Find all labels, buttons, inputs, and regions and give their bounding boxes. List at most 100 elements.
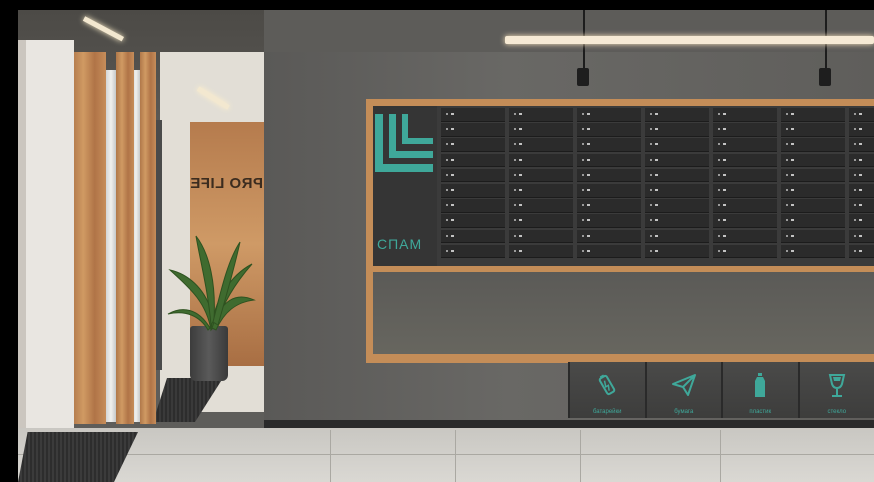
top-border (0, 0, 874, 10)
floor-joint-v2 (455, 430, 456, 482)
mailbox[interactable] (509, 108, 573, 122)
left-wall (18, 40, 74, 445)
wood-slat-2 (140, 52, 156, 424)
mailbox[interactable] (441, 229, 505, 244)
bin-paper[interactable]: бумага (644, 362, 721, 418)
mailbox[interactable] (849, 229, 874, 244)
mailbox[interactable] (509, 168, 573, 183)
mailbox[interactable] (713, 138, 777, 152)
mailbox[interactable] (577, 199, 641, 213)
mailbox[interactable] (577, 168, 641, 183)
paper-plane-icon (671, 374, 696, 396)
floor (18, 428, 874, 482)
mailbox[interactable] (577, 214, 641, 228)
floor-joint-v4 (720, 430, 721, 482)
left-wall-edge (18, 40, 26, 445)
mailbox[interactable] (645, 108, 709, 122)
mailbox[interactable] (509, 138, 573, 152)
mailbox[interactable] (441, 138, 505, 152)
mailbox-grid (441, 108, 874, 264)
mailbox-column (645, 108, 709, 264)
bin-plastic[interactable]: пластик (721, 362, 798, 418)
mailbox[interactable] (781, 229, 845, 244)
bin-label: бумага (674, 409, 694, 415)
mailbox[interactable] (781, 214, 845, 228)
mailbox[interactable] (781, 108, 845, 122)
mailbox[interactable] (577, 108, 641, 122)
mailbox[interactable] (781, 244, 845, 259)
mailbox[interactable] (713, 214, 777, 228)
mailbox[interactable] (645, 199, 709, 213)
mailbox[interactable] (441, 183, 505, 198)
bin-label: батарейки (592, 409, 622, 415)
mailbox[interactable] (849, 199, 874, 213)
pendant-light (505, 36, 874, 44)
mailbox[interactable] (849, 123, 874, 137)
mailbox[interactable] (849, 244, 874, 259)
mailbox[interactable] (645, 214, 709, 228)
mailbox[interactable] (849, 108, 874, 122)
mailbox[interactable] (781, 153, 845, 168)
door-frame (156, 120, 162, 370)
mailbox[interactable] (577, 123, 641, 137)
mailbox[interactable] (713, 123, 777, 137)
floor-joint-v (330, 430, 331, 482)
bin-label: стекло (827, 409, 847, 415)
mailbox[interactable] (441, 168, 505, 183)
mailbox[interactable] (849, 183, 874, 198)
open-shelf (373, 272, 874, 354)
mailbox[interactable] (577, 183, 641, 198)
mailbox[interactable] (509, 199, 573, 213)
glass-partition (106, 70, 116, 422)
battery-icon (599, 374, 616, 396)
mailbox[interactable] (509, 183, 573, 198)
mailbox[interactable] (577, 153, 641, 168)
mailbox[interactable] (781, 168, 845, 183)
mailbox[interactable] (509, 244, 573, 259)
mailbox[interactable] (645, 183, 709, 198)
mailbox[interactable] (781, 138, 845, 152)
mailbox[interactable] (509, 123, 573, 137)
mailbox[interactable] (645, 168, 709, 183)
mailbox[interactable] (441, 214, 505, 228)
mailbox[interactable] (713, 168, 777, 183)
mailbox[interactable] (441, 153, 505, 168)
mailbox-column (441, 108, 505, 264)
mailbox[interactable] (577, 244, 641, 259)
mailbox[interactable] (849, 214, 874, 228)
mailbox[interactable] (577, 138, 641, 152)
mailbox[interactable] (441, 244, 505, 259)
mailbox[interactable] (645, 244, 709, 259)
mailbox[interactable] (781, 199, 845, 213)
mailbox[interactable] (509, 153, 573, 168)
floor-joint (18, 454, 874, 455)
bin-batteries[interactable]: батарейки (568, 362, 645, 418)
mailbox[interactable] (645, 138, 709, 152)
mailbox[interactable] (441, 108, 505, 122)
mailbox[interactable] (645, 153, 709, 168)
mailbox[interactable] (645, 123, 709, 137)
mailbox[interactable] (713, 229, 777, 244)
mailbox[interactable] (645, 229, 709, 244)
wall-sign-text: PRO LIFE (189, 175, 263, 192)
mailbox[interactable] (713, 108, 777, 122)
mailbox[interactable] (781, 123, 845, 137)
mailbox[interactable] (849, 168, 874, 183)
mailbox[interactable] (577, 229, 641, 244)
mailbox[interactable] (509, 214, 573, 228)
bin-glass[interactable]: стекло (797, 362, 874, 418)
lobby-scene: PRO LIFE СПАМ батарейки бумага пластик с… (0, 0, 874, 482)
mailbox[interactable] (849, 153, 874, 168)
mailbox[interactable] (713, 183, 777, 198)
mailbox[interactable] (781, 183, 845, 198)
mailbox-column (713, 108, 777, 264)
brand-logo-icon (375, 114, 433, 172)
lamp-mount-2 (819, 68, 831, 86)
mailbox[interactable] (713, 244, 777, 259)
mailbox[interactable] (441, 199, 505, 213)
mailbox[interactable] (713, 199, 777, 213)
mailbox[interactable] (441, 123, 505, 137)
mailbox[interactable] (713, 153, 777, 168)
mailbox[interactable] (849, 138, 874, 152)
mailbox[interactable] (509, 229, 573, 244)
